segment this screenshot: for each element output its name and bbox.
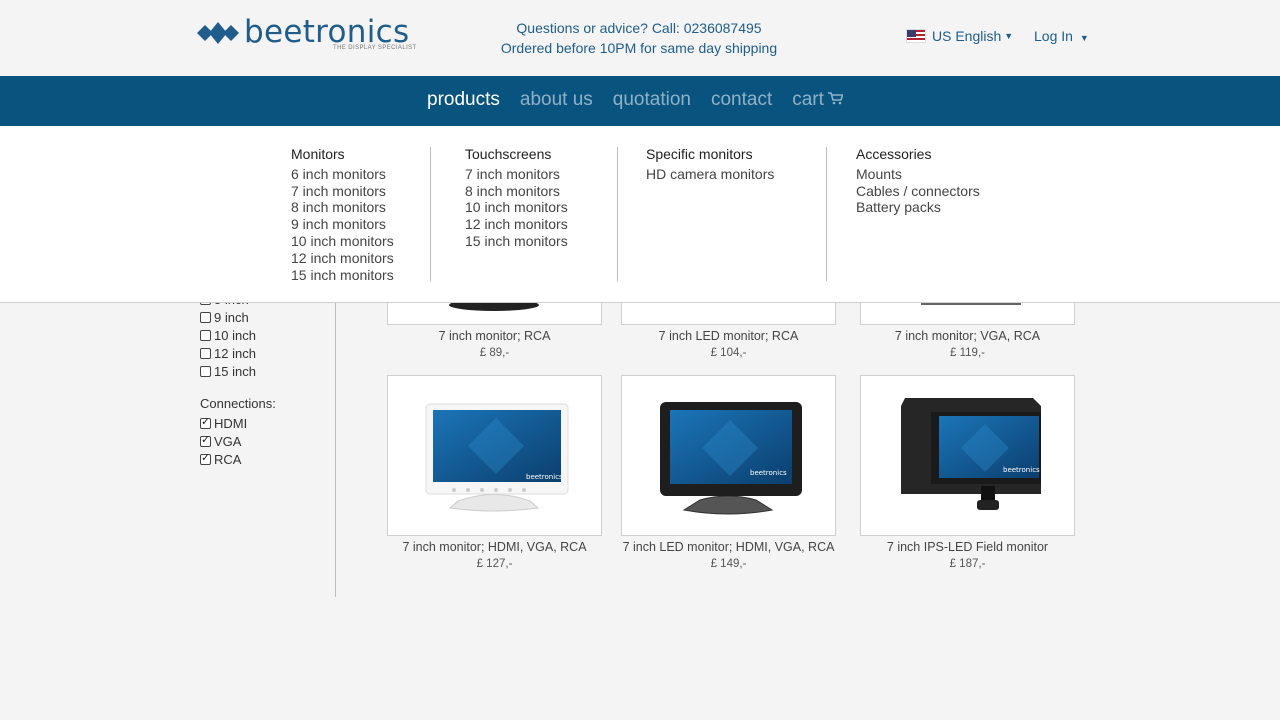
megamenu-link[interactable]: 8 inch monitors [291, 199, 394, 216]
product-price: £ 187,- [949, 558, 986, 570]
filter-label: HDMI [214, 415, 248, 431]
megamenu-heading[interactable]: Monitors [291, 146, 394, 163]
product-image[interactable]: beetronics [387, 375, 602, 536]
megamenu-link[interactable]: 10 inch monitors [291, 233, 394, 250]
megamenu-link[interactable]: 9 inch monitors [291, 216, 394, 233]
megamenu-link[interactable]: 15 inch monitors [291, 267, 394, 284]
logo-tagline: THE DISPLAY SPECIALIST [333, 45, 417, 51]
checkbox-icon [200, 365, 211, 377]
product-title[interactable]: 7 inch LED monitor; HDMI, VGA, RCA [601, 540, 856, 554]
filter-label: RCA [214, 451, 242, 467]
filter-label: 9 inch [214, 309, 249, 325]
filter-connection-option[interactable]: RCA [200, 450, 335, 468]
nav-about-us[interactable]: about us [520, 89, 593, 111]
megamenu-link[interactable]: 10 inch monitors [465, 199, 568, 216]
megamenu-link[interactable]: 15 inch monitors [465, 233, 568, 250]
megamenu-link[interactable]: 7 inch monitors [291, 183, 394, 200]
checkbox-icon [200, 329, 211, 341]
contact-phone: Questions or advice? Call: 0236087495 [516, 20, 762, 36]
checkbox-checked-icon [200, 433, 211, 447]
login-label: Log In [1034, 28, 1073, 44]
nav-quotation[interactable]: quotation [613, 89, 691, 111]
product-title[interactable]: 7 inch monitor; HDMI, VGA, RCA [367, 540, 622, 554]
product-price: £ 127,- [476, 558, 513, 570]
site-header: beetronics THE DISPLAY SPECIALIST Questi… [0, 0, 1280, 76]
product-price: £ 119,- [950, 347, 985, 359]
nav-cart-label: cart [792, 89, 824, 110]
filter-label: VGA [214, 433, 242, 449]
login-dropdown[interactable]: Log In ▼ [1034, 28, 1089, 44]
product-title[interactable]: 7 inch monitor; RCA [367, 329, 622, 343]
nav-products[interactable]: products [427, 89, 500, 111]
megamenu-link[interactable]: 7 inch monitors [465, 166, 568, 183]
megamenu-divider [430, 147, 431, 281]
megamenu-link[interactable]: HD camera monitors [646, 166, 774, 183]
language-label: US English [932, 28, 1002, 44]
us-flag-icon [906, 29, 926, 43]
megamenu-col-accessories: Accessories Mounts Cables / connectors B… [856, 146, 980, 216]
megamenu-link[interactable]: Mounts [856, 166, 980, 183]
filter-label: 10 inch [214, 327, 256, 343]
filter-size-option[interactable]: 15 inch [200, 362, 335, 380]
megamenu-link[interactable]: 12 inch monitors [291, 250, 394, 267]
megamenu-heading[interactable]: Touchscreens [465, 146, 568, 163]
megamenu-link[interactable]: 12 inch monitors [465, 216, 568, 233]
language-selector[interactable]: US English ▼ [906, 28, 1013, 44]
black-monitor-image: beetronics [660, 402, 802, 515]
products-megamenu: Monitors 6 inch monitors 7 inch monitors… [0, 126, 1280, 303]
megamenu-col-monitors: Monitors 6 inch monitors 7 inch monitors… [291, 146, 394, 283]
product-image[interactable]: beetronics [860, 375, 1075, 536]
caret-down-icon: ▼ [1079, 33, 1089, 43]
product-title[interactable]: 7 inch monitor; VGA, RCA [840, 329, 1095, 343]
screen-brand-text: beetronics [1003, 466, 1040, 474]
nav-contact[interactable]: contact [711, 89, 772, 111]
field-monitor-image: beetronics [901, 398, 1041, 510]
product-price: £ 149,- [710, 558, 747, 570]
filter-label: 12 inch [214, 345, 256, 361]
megamenu-heading[interactable]: Specific monitors [646, 146, 774, 163]
filter-label: 15 inch [214, 363, 256, 379]
filter-size-option[interactable]: 12 inch [200, 344, 335, 362]
main-nav: products about us quotation contact cart [0, 76, 1280, 126]
screen-brand-text: beetronics [526, 473, 563, 481]
shipping-note: Ordered before 10PM for same day shippin… [500, 40, 778, 56]
nav-cart[interactable]: cart [792, 89, 844, 111]
filter-connection-option[interactable]: VGA [200, 432, 335, 450]
filter-sidebar: 8 inch 9 inch 10 inch 12 inch 15 inch Co… [200, 290, 335, 468]
product-image[interactable]: beetronics [621, 375, 836, 536]
megamenu-link[interactable]: 6 inch monitors [291, 166, 394, 183]
filter-connection-option[interactable]: HDMI [200, 414, 335, 432]
checkbox-icon [200, 311, 211, 323]
megamenu-divider [826, 147, 827, 281]
megamenu-link[interactable]: 8 inch monitors [465, 183, 568, 200]
filter-size-option[interactable]: 10 inch [200, 326, 335, 344]
product-price: £ 104,- [710, 347, 747, 359]
caret-down-icon: ▼ [1004, 31, 1014, 41]
sidebar-divider [335, 290, 336, 597]
product-title[interactable]: 7 inch IPS-LED Field monitor [840, 540, 1095, 554]
checkbox-checked-icon [200, 451, 211, 465]
megamenu-heading[interactable]: Accessories [856, 146, 980, 163]
megamenu-divider [617, 147, 618, 281]
checkbox-icon [200, 347, 211, 359]
logo[interactable]: beetronics THE DISPLAY SPECIALIST [197, 14, 416, 56]
cart-icon [827, 92, 844, 105]
megamenu-link[interactable]: Cables / connectors [856, 183, 980, 200]
megamenu-col-specific: Specific monitors HD camera monitors [646, 146, 774, 183]
filter-size-option[interactable]: 9 inch [200, 308, 335, 326]
product-price: £ 89,- [479, 347, 510, 359]
checkbox-checked-icon [200, 415, 211, 429]
product-title[interactable]: 7 inch LED monitor; RCA [601, 329, 856, 343]
logo-mark-icon [197, 22, 239, 44]
contact-info: Questions or advice? Call: 0236087495 Or… [480, 18, 798, 58]
megamenu-link[interactable]: Battery packs [856, 199, 980, 216]
megamenu-col-touchscreens: Touchscreens 7 inch monitors 8 inch moni… [465, 146, 568, 250]
screen-brand-text: beetronics [750, 469, 787, 477]
connections-heading: Connections: [200, 396, 276, 411]
white-monitor-image: beetronics [425, 403, 569, 512]
